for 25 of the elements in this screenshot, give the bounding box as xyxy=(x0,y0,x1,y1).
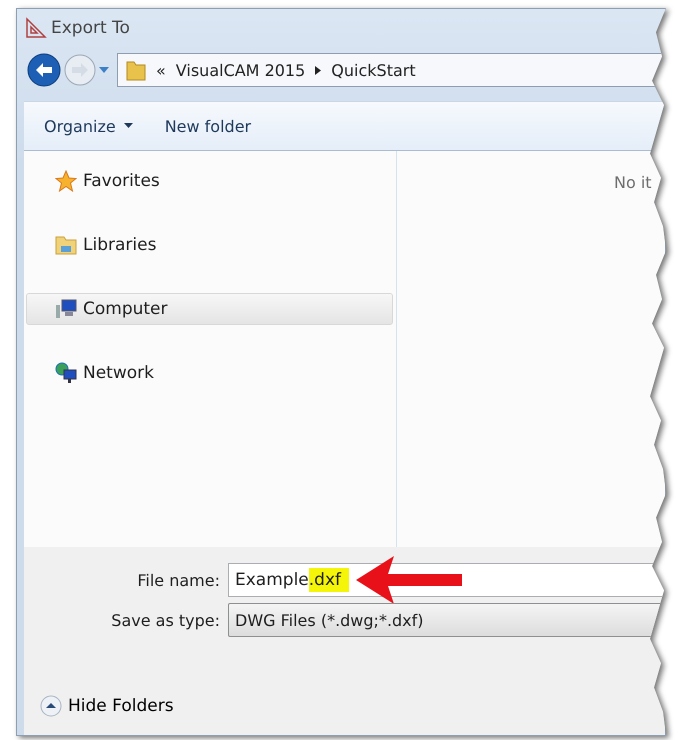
hide-folders-button[interactable]: Hide Folders xyxy=(38,693,176,719)
breadcrumb-item[interactable]: VisualCAM 2015 xyxy=(176,60,306,80)
new-folder-button[interactable]: New folder xyxy=(158,112,258,140)
sidebar-item[interactable]: Network xyxy=(26,357,393,389)
chevron-up-icon xyxy=(40,695,62,717)
sidebar-item[interactable]: Computer xyxy=(26,293,393,325)
folder-icon xyxy=(55,234,77,256)
folder-icon xyxy=(126,59,146,81)
empty-message: No it xyxy=(614,173,652,192)
sidebar-item[interactable]: Favorites xyxy=(26,165,393,197)
sidebar-item[interactable]: Libraries xyxy=(26,229,393,261)
history-dropdown-icon[interactable] xyxy=(99,66,109,74)
save-as-type-label: Save as type: xyxy=(110,610,220,630)
window-title: Export To xyxy=(51,18,130,38)
overflow-chevron[interactable]: « xyxy=(156,60,166,80)
back-button[interactable] xyxy=(27,53,61,87)
file-name-field[interactable]: Example.dxf xyxy=(228,563,665,597)
caret-icon xyxy=(124,123,133,129)
network-icon xyxy=(55,362,77,384)
star-icon xyxy=(55,170,77,192)
organize-button[interactable]: Organize xyxy=(38,112,139,140)
breadcrumb-arrow-icon[interactable] xyxy=(315,66,322,74)
breadcrumb-item[interactable]: QuickStart xyxy=(331,60,416,80)
file-name-label: File name: xyxy=(136,570,220,590)
computer-icon xyxy=(55,298,77,320)
